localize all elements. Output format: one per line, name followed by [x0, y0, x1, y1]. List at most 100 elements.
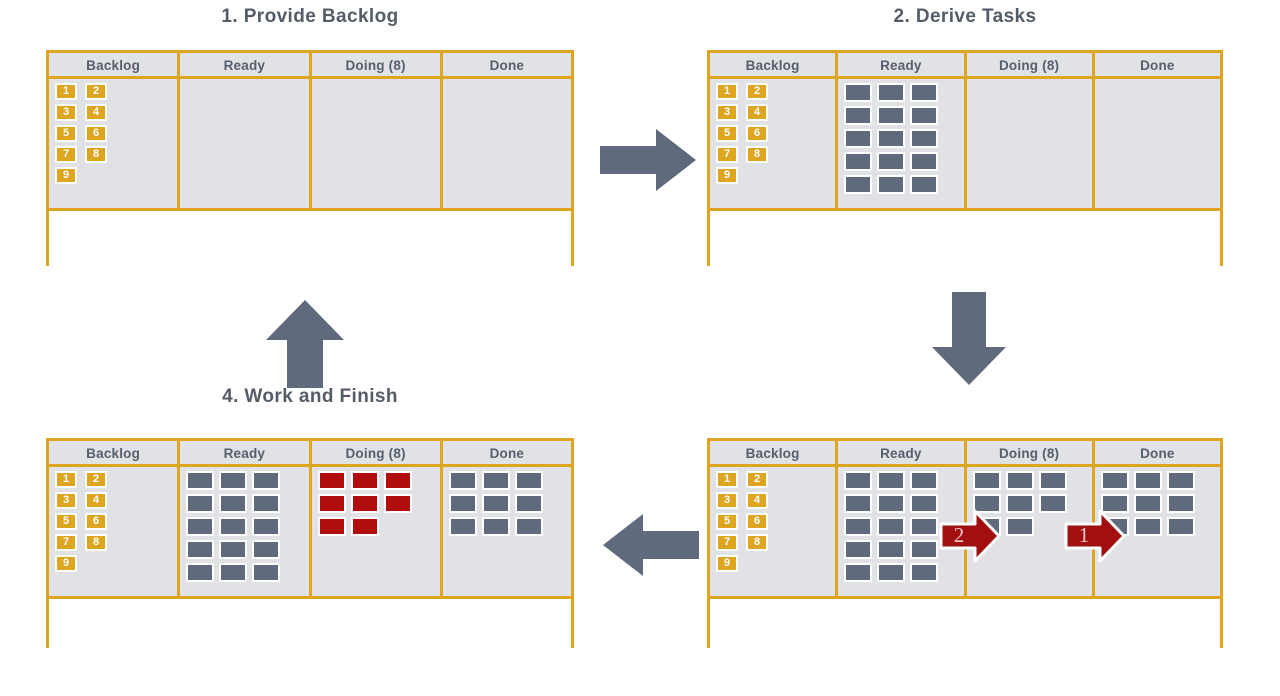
backlog-card[interactable]: 7	[716, 146, 738, 163]
column-ready[interactable]: Ready	[838, 53, 967, 208]
task-tile[interactable]	[844, 563, 873, 582]
task-tile[interactable]	[1133, 471, 1162, 490]
task-tile[interactable]	[481, 494, 510, 513]
backlog-card[interactable]: 6	[85, 513, 107, 530]
task-tile[interactable]	[910, 540, 939, 559]
backlog-card[interactable]: 7	[716, 534, 738, 551]
column-doing[interactable]: Doing (8)	[966, 53, 1095, 208]
task-tile[interactable]	[844, 129, 873, 148]
task-tile[interactable]	[1166, 517, 1195, 536]
task-tile[interactable]	[252, 563, 281, 582]
task-tile[interactable]	[910, 175, 939, 194]
column-ready[interactable]: Ready	[180, 53, 312, 208]
backlog-card[interactable]: 4	[85, 104, 107, 121]
column-body-ready[interactable]	[180, 79, 308, 208]
column-ready[interactable]: Ready	[180, 441, 312, 596]
task-tile[interactable]	[877, 152, 906, 171]
task-tile[interactable]	[448, 494, 477, 513]
task-tile[interactable]	[1133, 494, 1162, 513]
task-tile[interactable]	[844, 471, 873, 490]
task-tile[interactable]	[186, 494, 215, 513]
column-backlog[interactable]: Backlog 1 2 3 4 5 6 7 8 9	[49, 441, 181, 596]
task-tile-active[interactable]	[317, 494, 346, 513]
task-tile[interactable]	[844, 152, 873, 171]
task-tile[interactable]	[877, 540, 906, 559]
column-backlog[interactable]: Backlog 1 2 3 4 5 6 7 8 9	[49, 53, 181, 208]
backlog-card[interactable]: 6	[85, 125, 107, 142]
backlog-card[interactable]: 5	[55, 125, 77, 142]
backlog-card[interactable]: 3	[55, 104, 77, 121]
task-tile[interactable]	[844, 540, 873, 559]
backlog-card[interactable]: 9	[716, 555, 738, 572]
backlog-card[interactable]: 3	[55, 492, 77, 509]
backlog-card[interactable]: 8	[85, 146, 107, 163]
task-tile[interactable]	[877, 106, 906, 125]
task-tile[interactable]	[186, 540, 215, 559]
column-body-doing[interactable]	[312, 79, 440, 208]
backlog-card[interactable]: 1	[55, 471, 77, 488]
task-tile[interactable]	[252, 494, 281, 513]
task-tile[interactable]	[514, 517, 543, 536]
task-tile[interactable]	[910, 129, 939, 148]
column-body-done[interactable]	[443, 79, 571, 208]
task-tile[interactable]	[844, 175, 873, 194]
task-tile-active[interactable]	[383, 471, 412, 490]
column-body-ready[interactable]	[838, 79, 963, 208]
column-body-doing[interactable]	[967, 79, 1092, 208]
backlog-card[interactable]: 8	[746, 146, 768, 163]
task-tile[interactable]	[1005, 471, 1034, 490]
task-tile[interactable]	[252, 517, 281, 536]
task-tile-active[interactable]	[350, 494, 379, 513]
task-tile[interactable]	[910, 563, 939, 582]
task-tile[interactable]	[844, 517, 873, 536]
task-tile[interactable]	[481, 517, 510, 536]
backlog-card[interactable]: 5	[716, 513, 738, 530]
task-tile[interactable]	[186, 563, 215, 582]
backlog-card[interactable]: 7	[55, 534, 77, 551]
column-done[interactable]: Done	[442, 441, 571, 596]
backlog-card[interactable]: 2	[746, 471, 768, 488]
backlog-card[interactable]: 2	[746, 83, 768, 100]
task-tile[interactable]	[910, 83, 939, 102]
column-body-backlog[interactable]: 1 2 3 4 5 6 7 8 9	[710, 79, 835, 208]
backlog-card[interactable]: 4	[85, 492, 107, 509]
task-tile[interactable]	[877, 83, 906, 102]
task-tile[interactable]	[844, 106, 873, 125]
backlog-card[interactable]: 2	[85, 471, 107, 488]
task-tile[interactable]	[1038, 471, 1067, 490]
task-tile[interactable]	[1133, 517, 1162, 536]
column-body-ready[interactable]	[180, 467, 308, 596]
task-tile[interactable]	[844, 494, 873, 513]
backlog-card[interactable]: 6	[746, 513, 768, 530]
column-body-done[interactable]	[1095, 79, 1220, 208]
task-tile[interactable]	[1038, 494, 1067, 513]
task-tile[interactable]	[844, 83, 873, 102]
backlog-card[interactable]: 3	[716, 104, 738, 121]
column-done[interactable]: Done	[1094, 53, 1220, 208]
task-tile[interactable]	[910, 494, 939, 513]
task-tile[interactable]	[910, 152, 939, 171]
backlog-card[interactable]: 9	[716, 167, 738, 184]
column-body-doing[interactable]	[312, 467, 440, 596]
task-tile[interactable]	[1100, 471, 1129, 490]
backlog-card[interactable]: 4	[746, 492, 768, 509]
task-tile-active[interactable]	[317, 517, 346, 536]
task-tile[interactable]	[219, 471, 248, 490]
backlog-card[interactable]: 2	[85, 83, 107, 100]
task-tile[interactable]	[219, 540, 248, 559]
task-tile[interactable]	[514, 494, 543, 513]
pull-arrow-doing-to-done[interactable]: 1	[1064, 508, 1126, 564]
column-body-backlog[interactable]: 1 2 3 4 5 6 7 8 9	[710, 467, 835, 596]
backlog-card[interactable]: 9	[55, 555, 77, 572]
task-tile[interactable]	[877, 129, 906, 148]
task-tile[interactable]	[1005, 494, 1034, 513]
column-body-backlog[interactable]: 1 2 3 4 5 6 7 8 9	[49, 79, 177, 208]
task-tile[interactable]	[252, 540, 281, 559]
column-doing[interactable]: Doing (8)	[311, 53, 443, 208]
task-tile[interactable]	[877, 563, 906, 582]
task-tile[interactable]	[1166, 494, 1195, 513]
task-tile[interactable]	[910, 471, 939, 490]
column-doing[interactable]: Doing (8)	[311, 441, 443, 596]
task-tile-active[interactable]	[317, 471, 346, 490]
backlog-card[interactable]: 1	[716, 471, 738, 488]
